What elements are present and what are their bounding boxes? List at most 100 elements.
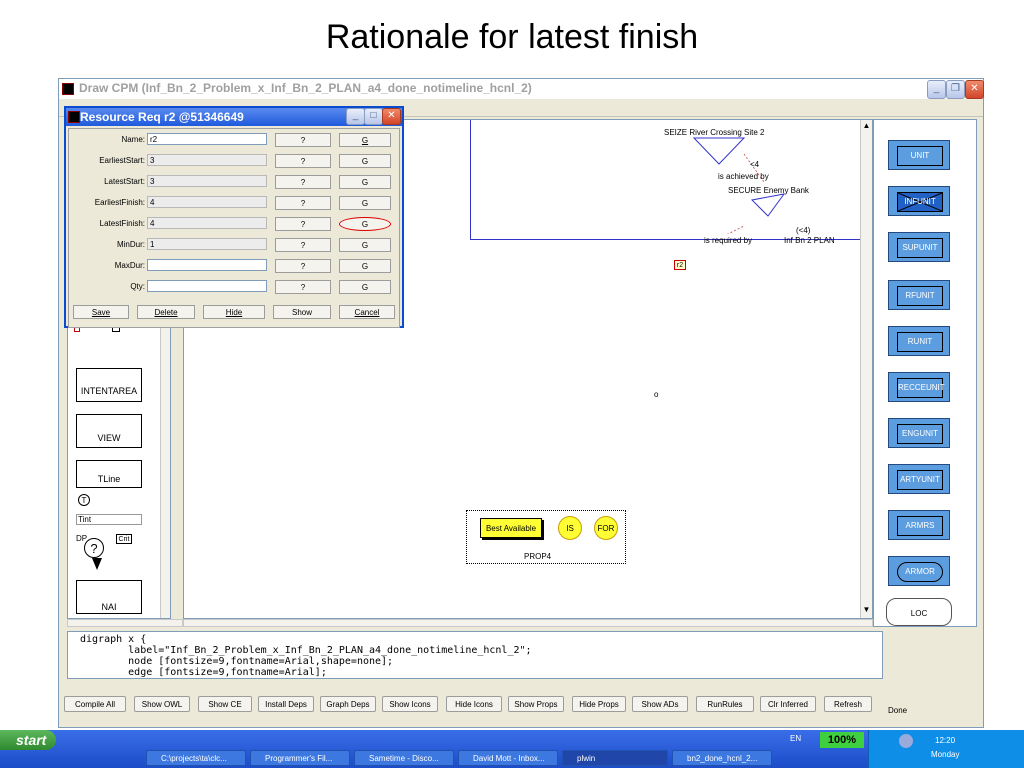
taskbar-item[interactable]: Sametime - Disco... — [354, 750, 454, 766]
unit-palette-engunit[interactable]: ENGUNIT — [888, 418, 950, 448]
get-button[interactable]: G — [339, 175, 391, 189]
plan-node-label[interactable]: Inf Bn 2 PLAN — [784, 236, 835, 245]
unit-palette-runit[interactable]: RUNIT — [888, 326, 950, 356]
best-available-node[interactable]: Best Available — [480, 518, 542, 538]
field-row-earliest-start: EarliestStart: 3 ? G — [69, 154, 399, 168]
get-button[interactable]: G — [339, 133, 391, 147]
help-button[interactable]: ? — [275, 238, 331, 252]
palette-tline[interactable]: TLine — [76, 460, 142, 488]
get-button-highlighted[interactable]: G — [339, 217, 391, 231]
unit-palette-rfunit[interactable]: RFUNIT — [888, 280, 950, 310]
dialog-minimize-button[interactable]: _ — [346, 108, 365, 125]
name-field[interactable]: r2 — [147, 133, 267, 145]
app-icon — [62, 83, 74, 95]
artillery-dot-icon: ARTYUNIT — [897, 470, 943, 490]
unit-palette-recceunit[interactable]: RECCEUNIT — [888, 372, 950, 402]
taskbar-item[interactable]: bn2_done_hcnl_2... — [672, 750, 772, 766]
secure-node-label[interactable]: SECURE Enemy Bank — [728, 186, 809, 195]
minimize-button[interactable]: _ — [927, 80, 946, 99]
zoom-indicator[interactable]: 100% — [820, 732, 864, 748]
dot-code-panel[interactable]: digraph x { label="Inf_Bn_2_Problem_x_In… — [67, 631, 883, 679]
get-button[interactable]: G — [339, 196, 391, 210]
pin-icon — [92, 558, 102, 570]
latest-start-field[interactable]: 3 — [147, 175, 267, 187]
get-button[interactable]: G — [339, 154, 391, 168]
get-button[interactable]: G — [339, 280, 391, 294]
run-rules-button[interactable]: RunRules — [696, 696, 754, 712]
loc-icon[interactable]: LOC — [886, 598, 952, 626]
taskbar: start C:\projects\ta\clc... Programmer's… — [0, 730, 1024, 768]
dialog-titlebar[interactable]: Resource Req r2 @51346649 _ □ ✕ — [66, 108, 402, 126]
hide-button[interactable]: Hide — [203, 305, 265, 319]
help-button[interactable]: ? — [275, 280, 331, 294]
compile-all-button[interactable]: Compile All — [64, 696, 126, 712]
palette-view[interactable]: VIEW — [76, 414, 142, 448]
r2-node[interactable]: r2 — [674, 260, 686, 270]
hide-icons-button[interactable]: Hide Icons — [446, 696, 502, 712]
for-node[interactable]: FOR — [594, 516, 618, 540]
qty-field[interactable] — [147, 280, 267, 292]
palette-crit[interactable]: Crit — [116, 534, 132, 544]
scroll-down-icon[interactable]: ▼ — [861, 604, 872, 616]
palette-intentarea[interactable]: INTENTAREA — [76, 368, 142, 402]
clr-inferred-button[interactable]: Clr Inferred — [760, 696, 816, 712]
earliest-finish-field[interactable]: 4 — [147, 196, 267, 208]
help-button[interactable]: ? — [275, 259, 331, 273]
delete-button[interactable]: Delete — [137, 305, 195, 319]
tray-icon[interactable] — [899, 734, 913, 748]
show-ads-button[interactable]: Show ADs — [632, 696, 688, 712]
unit-palette-infunit[interactable]: INFUNIT — [888, 186, 950, 216]
help-button[interactable]: ? — [275, 175, 331, 189]
show-button[interactable]: Show — [273, 305, 331, 319]
unit-palette-armrs[interactable]: ARMRS — [888, 510, 950, 540]
show-owl-button[interactable]: Show OWL — [134, 696, 190, 712]
scroll-up-icon[interactable]: ▲ — [861, 120, 872, 132]
taskbar-item[interactable]: Programmer's Fil... — [250, 750, 350, 766]
show-icons-button[interactable]: Show Icons — [382, 696, 438, 712]
help-button[interactable]: ? — [275, 154, 331, 168]
unit-palette-artyunit[interactable]: ARTYUNIT — [888, 464, 950, 494]
help-button[interactable]: ? — [275, 133, 331, 147]
close-button[interactable]: ✕ — [965, 80, 984, 99]
unit-palette-armor[interactable]: ARMOR — [888, 556, 950, 586]
palette-nai[interactable]: NAI — [76, 580, 142, 614]
dialog-close-button[interactable]: ✕ — [382, 108, 401, 125]
dialog-maximize-button[interactable]: □ — [364, 108, 383, 125]
hide-props-button[interactable]: Hide Props — [572, 696, 626, 712]
main-titlebar[interactable]: Draw CPM (Inf_Bn_2_Problem_x_Inf_Bn_2_PL… — [59, 79, 984, 99]
help-button[interactable]: ? — [275, 196, 331, 210]
is-node[interactable]: IS — [558, 516, 582, 540]
max-dur-field[interactable] — [147, 259, 267, 271]
recce-slash-icon: RECCEUNIT — [897, 378, 945, 398]
taskbar-item[interactable]: David Mott - Inbox... — [458, 750, 558, 766]
cancel-button[interactable]: Cancel — [339, 305, 395, 319]
install-deps-button[interactable]: Install Deps — [258, 696, 314, 712]
taskbar-item[interactable]: C:\projects\ta\clc... — [146, 750, 246, 766]
unit-palette-unit[interactable]: UNIT — [888, 140, 950, 170]
maximize-button[interactable]: ❐ — [946, 80, 965, 99]
palette-tint[interactable]: Tint — [76, 514, 142, 525]
taskbar-item-active[interactable]: plwin — [562, 750, 668, 766]
field-label: MaxDur: — [114, 261, 145, 270]
min-dur-field[interactable]: 1 — [147, 238, 267, 250]
save-button[interactable]: Save — [73, 305, 129, 319]
get-button[interactable]: G — [339, 238, 391, 252]
start-button[interactable]: start — [0, 730, 56, 750]
language-indicator[interactable]: EN — [790, 734, 801, 743]
left-palette-hscrollbar[interactable] — [67, 619, 183, 627]
achieved-by-label: is achieved by — [718, 172, 769, 181]
canvas-vscrollbar[interactable]: ▲ ▼ — [860, 120, 872, 618]
palette-circle-t[interactable]: T — [78, 494, 90, 506]
get-button[interactable]: G — [339, 259, 391, 273]
show-props-button[interactable]: Show Props — [508, 696, 564, 712]
canvas-hscrollbar[interactable] — [183, 619, 873, 627]
field-label: MinDur: — [116, 240, 145, 249]
latest-finish-field[interactable]: 4 — [147, 217, 267, 229]
palette-question-icon[interactable]: ? — [84, 538, 104, 558]
graph-deps-button[interactable]: Graph Deps — [320, 696, 376, 712]
unit-palette-supunit[interactable]: SUPUNIT — [888, 232, 950, 262]
earliest-start-field[interactable]: 3 — [147, 154, 267, 166]
refresh-button[interactable]: Refresh — [824, 696, 872, 712]
help-button[interactable]: ? — [275, 217, 331, 231]
show-ce-button[interactable]: Show CE — [198, 696, 252, 712]
